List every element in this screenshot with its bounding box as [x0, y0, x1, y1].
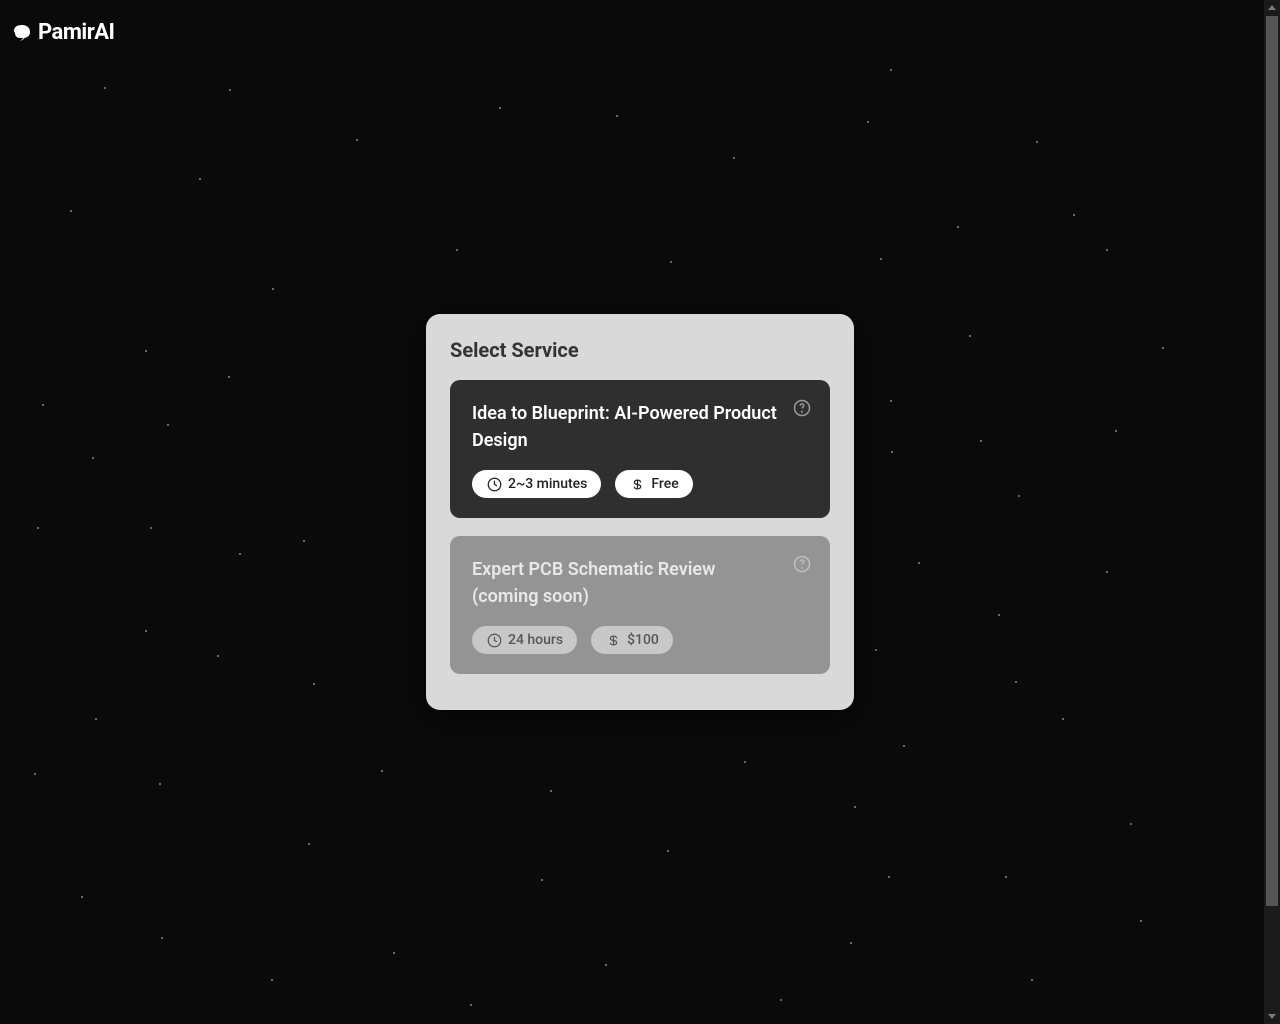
time-value: 24 hours [508, 632, 563, 648]
service-card-idea-to-blueprint[interactable]: Idea to Blueprint: AI-Powered Product De… [450, 380, 830, 518]
modal-title: Select Service [450, 338, 830, 362]
service-title: Idea to Blueprint: AI-Powered Product De… [472, 400, 808, 454]
service-pills: 24 hours $100 [472, 626, 808, 654]
time-value: 2~3 minutes [508, 476, 587, 492]
service-title: Expert PCB Schematic Review (coming soon… [472, 556, 808, 610]
price-value: $100 [627, 632, 659, 648]
select-service-modal: Select Service Idea to Blueprint: AI-Pow… [426, 314, 854, 710]
vertical-scrollbar[interactable] [1264, 0, 1280, 1024]
brand-logo[interactable]: PamirAI [10, 20, 115, 45]
time-pill: 24 hours [472, 626, 577, 654]
dollar-icon [629, 476, 645, 492]
clock-icon [486, 632, 502, 648]
clock-icon [486, 476, 502, 492]
service-card-pcb-review: Expert PCB Schematic Review (coming soon… [450, 536, 830, 674]
scrollbar-thumb[interactable] [1266, 16, 1278, 906]
help-icon[interactable] [792, 398, 812, 418]
price-value: Free [651, 476, 678, 492]
brand-name: PamirAI [38, 20, 115, 45]
brand-logo-icon [10, 21, 34, 45]
price-pill: $100 [591, 626, 673, 654]
scroll-up-arrow-icon[interactable] [1264, 0, 1280, 16]
service-pills: 2~3 minutes Free [472, 470, 808, 498]
scroll-down-arrow-icon[interactable] [1264, 1008, 1280, 1024]
help-icon[interactable] [792, 554, 812, 574]
price-pill: Free [615, 470, 692, 498]
time-pill: 2~3 minutes [472, 470, 601, 498]
dollar-icon [605, 632, 621, 648]
